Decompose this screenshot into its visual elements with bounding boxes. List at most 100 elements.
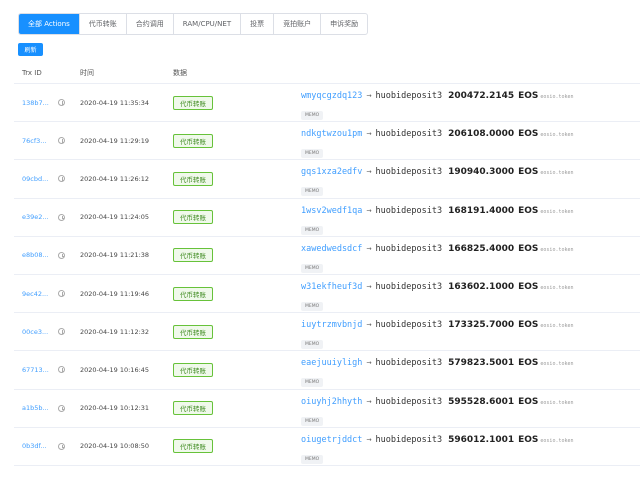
tab-contract-call[interactable]: 合约调用 <box>127 14 174 34</box>
clock-icon <box>58 404 65 412</box>
action-type-badge: 代币转账 <box>173 171 213 186</box>
clock-icon <box>58 366 65 374</box>
trx-id-link[interactable]: 09cbd... <box>22 175 48 183</box>
from-account-link[interactable]: w31ekfheuf3d <box>301 282 362 292</box>
to-account-link[interactable]: huobideposit3 <box>376 435 443 445</box>
from-account-link[interactable]: eaejuuiyligh <box>301 358 362 368</box>
token-contract-link[interactable]: eosio.token <box>540 438 573 444</box>
actions-table: Trx ID 时间 数据 138b7... 2020-04-19 11:35:34… <box>14 62 640 466</box>
trx-id-link[interactable]: e8b08... <box>22 251 49 259</box>
token-symbol: EOS <box>518 167 539 178</box>
token-contract-link[interactable]: eosio.token <box>540 285 573 291</box>
clock-icon <box>58 137 65 145</box>
clock-icon <box>58 99 65 107</box>
transfer-amount: 596012.1001 <box>448 434 515 445</box>
action-data: xawedwedsdcf → huobideposit3 166825.4000 EOS… <box>301 244 640 273</box>
action-data: oiuyhj2hhyth → huobideposit3 595528.6001 EOS… <box>301 397 640 426</box>
trx-id-link[interactable]: 138b7... <box>22 99 49 107</box>
memo-tag: MEMO <box>301 149 324 159</box>
trx-id-link[interactable]: 76cf3... <box>22 137 46 145</box>
from-account-link[interactable]: oiugetrjddct <box>301 435 362 445</box>
token-contract-link[interactable]: eosio.token <box>540 94 573 100</box>
timestamp: 2020-04-19 11:29:19 <box>80 136 150 145</box>
token-contract-link[interactable]: eosio.token <box>540 209 573 215</box>
tab-claim-rewards[interactable]: 申诉奖励 <box>321 14 367 34</box>
action-type-badge: 代币转账 <box>173 133 213 148</box>
to-account-link[interactable]: huobideposit3 <box>376 244 443 254</box>
transfer-amount: 173325.7000 <box>448 320 515 331</box>
table-row: 9ec42... 2020-04-19 11:19:46 代币转账 w31ekfheu… <box>14 275 640 314</box>
tab-bid-account[interactable]: 竞拍账户 <box>274 14 322 34</box>
clock-icon <box>58 290 65 298</box>
timestamp: 2020-04-19 11:19:46 <box>80 289 150 298</box>
token-symbol: EOS <box>518 243 539 254</box>
token-contract-link[interactable]: eosio.token <box>540 247 573 253</box>
token-contract-link[interactable]: eosio.token <box>540 170 573 176</box>
to-account-link[interactable]: huobideposit3 <box>376 91 443 101</box>
to-account-link[interactable]: huobideposit3 <box>376 320 443 330</box>
table-row: 00ce3... 2020-04-19 11:12:32 代币转账 iuytrzmvb… <box>14 313 640 352</box>
token-contract-link[interactable]: eosio.token <box>540 361 573 367</box>
token-contract-link[interactable]: eosio.token <box>540 132 573 138</box>
table-header: Trx ID 时间 数据 <box>14 62 640 84</box>
to-account-link[interactable]: huobideposit3 <box>376 397 443 407</box>
table-row: a1b5b... 2020-04-19 10:12:31 代币转账 oiuyhj2hh… <box>14 390 640 428</box>
table-row: 76cf3... 2020-04-19 11:29:19 代币转账 ndkgtwzou… <box>14 122 640 161</box>
token-contract-link[interactable]: eosio.token <box>540 323 573 329</box>
memo-tag: MEMO <box>301 454 324 464</box>
token-symbol: EOS <box>518 281 539 292</box>
trx-id-link[interactable]: 00ce3... <box>22 328 48 336</box>
tab-token-transfer[interactable]: 代币转账 <box>80 14 127 34</box>
action-data: oiugetrjddct → huobideposit3 596012.1001 EOS… <box>301 435 640 464</box>
tab-all-actions[interactable]: 全部 Actions <box>19 14 80 34</box>
transfer-amount: 206108.0000 <box>448 129 515 140</box>
action-data: 1wsv2wedf1qa → huobideposit3 168191.4000 EOS… <box>301 206 640 235</box>
from-account-link[interactable]: wmyqcgzdq123 <box>301 91 362 101</box>
clock-icon <box>58 328 65 336</box>
table-row: 138b7... 2020-04-19 11:35:34 代币转账 wmyqcgzdq… <box>14 84 640 123</box>
from-account-link[interactable]: 1wsv2wedf1qa <box>301 206 362 216</box>
to-account-link[interactable]: huobideposit3 <box>376 358 443 368</box>
action-data: iuytrzmvbnjd → huobideposit3 173325.7000 EOS… <box>301 320 640 350</box>
action-data: wmyqcgzdq123 → huobideposit3 200472.2145 EOS… <box>301 91 640 120</box>
arrow-right-icon: → <box>366 281 372 292</box>
token-symbol: EOS <box>518 320 539 331</box>
refresh-button[interactable]: 刷新 <box>18 43 43 56</box>
token-symbol: EOS <box>518 91 539 101</box>
trx-id-link[interactable]: 0b3df... <box>22 442 47 450</box>
to-account-link[interactable]: huobideposit3 <box>376 282 443 292</box>
token-contract-link[interactable]: eosio.token <box>540 400 573 406</box>
from-account-link[interactable]: xawedwedsdcf <box>301 244 362 254</box>
trx-id-link[interactable]: a1b5b... <box>22 404 49 412</box>
from-account-link[interactable]: iuytrzmvbnjd <box>301 320 362 330</box>
to-account-link[interactable]: huobideposit3 <box>376 129 443 139</box>
to-account-link[interactable]: huobideposit3 <box>376 167 443 177</box>
arrow-right-icon: → <box>366 396 372 407</box>
transfer-amount: 200472.2145 <box>448 91 515 101</box>
to-account-link[interactable]: huobideposit3 <box>376 206 443 216</box>
memo-tag: MEMO <box>301 111 324 120</box>
timestamp: 2020-04-19 11:12:32 <box>80 327 150 336</box>
tab-vote[interactable]: 投票 <box>241 14 275 34</box>
trx-id-link[interactable]: 9ec42... <box>22 290 48 298</box>
timestamp: 2020-04-19 10:16:45 <box>80 365 150 374</box>
from-account-link[interactable]: ndkgtwzou1pm <box>301 129 362 139</box>
trx-id-link[interactable]: e39e2... <box>22 213 49 221</box>
trx-id-link[interactable]: 67713... <box>22 366 49 374</box>
clock-icon <box>58 213 65 221</box>
memo-tag: MEMO <box>301 225 324 235</box>
action-filter-tabs: 全部 Actions 代币转账 合约调用 RAM/CPU/NET 投票 竞拍账户… <box>18 13 369 35</box>
table-body: 138b7... 2020-04-19 11:35:34 代币转账 wmyqcgzdq… <box>14 84 640 466</box>
tab-ram-cpu-net[interactable]: RAM/CPU/NET <box>174 14 242 34</box>
memo-tag: MEMO <box>301 378 324 388</box>
table-row: 09cbd... 2020-04-19 11:26:12 代币转账 gqs1xza2e… <box>14 160 640 199</box>
token-symbol: EOS <box>518 358 539 369</box>
memo-tag: MEMO <box>301 301 324 311</box>
from-account-link[interactable]: gqs1xza2edfv <box>301 167 362 177</box>
arrow-right-icon: → <box>366 320 372 331</box>
timestamp: 2020-04-19 10:12:31 <box>80 404 150 413</box>
token-symbol: EOS <box>518 396 539 407</box>
transfer-amount: 168191.4000 <box>448 205 515 216</box>
memo-tag: MEMO <box>301 187 324 197</box>
from-account-link[interactable]: oiuyhj2hhyth <box>301 397 362 407</box>
